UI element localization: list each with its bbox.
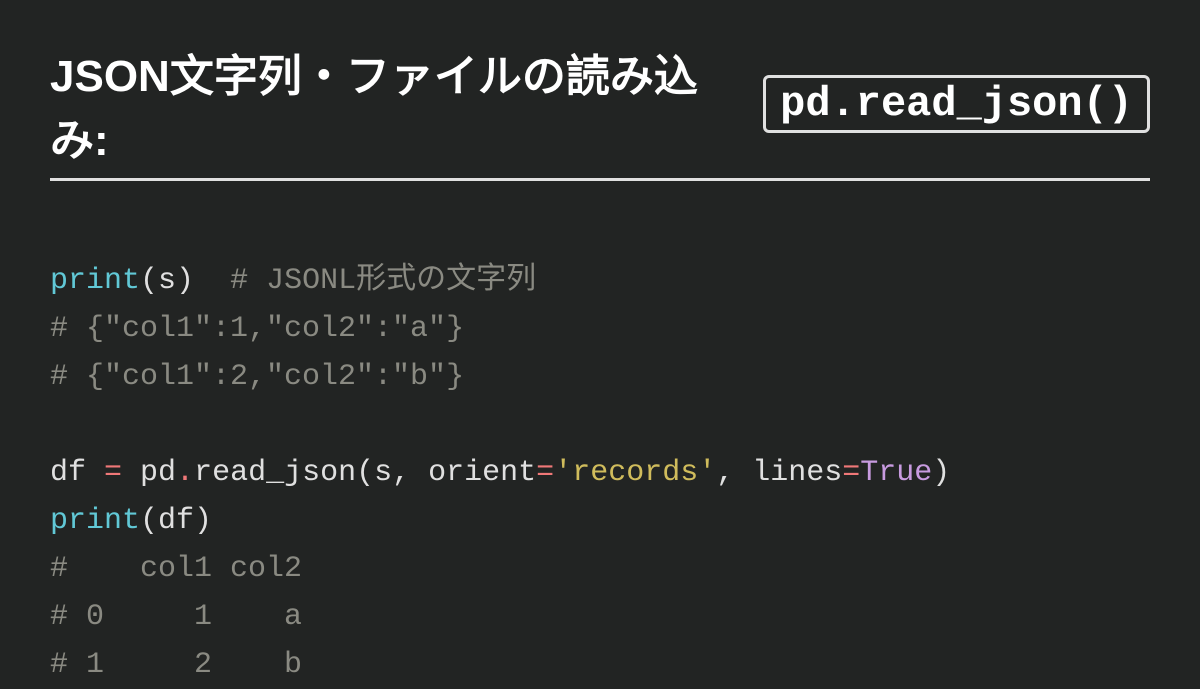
- title-code-badge: pd.read_json(): [763, 75, 1150, 133]
- token-punct: ,: [392, 456, 428, 490]
- token-op: =: [86, 456, 140, 490]
- token-obj: pd: [140, 456, 176, 490]
- token-kw: orient: [428, 456, 536, 490]
- title-section: JSON文字列・ファイルの読み込み: pd.read_json(): [50, 40, 1150, 181]
- token-pad: [194, 264, 230, 298]
- token-punct: ): [932, 456, 950, 490]
- code-line-2: # {"col1":1,"col2":"a"}: [50, 312, 464, 346]
- token-func: print: [50, 504, 140, 538]
- token-punct: (: [356, 456, 374, 490]
- token-func: print: [50, 264, 140, 298]
- token-punct: ): [176, 264, 194, 298]
- token-op: =: [536, 456, 554, 490]
- code-line-7: # col1 col2: [50, 552, 302, 586]
- token-op: =: [842, 456, 860, 490]
- token-var: df: [50, 456, 86, 490]
- token-punct: (: [140, 504, 158, 538]
- token-punct: (: [140, 264, 158, 298]
- token-comment: # JSONL形式の文字列: [230, 264, 536, 298]
- token-var: s: [158, 264, 176, 298]
- token-kw: lines: [752, 456, 842, 490]
- title-text: JSON文字列・ファイルの読み込み:: [50, 40, 751, 168]
- token-str: 'records': [554, 456, 716, 490]
- token-var: s: [374, 456, 392, 490]
- code-line-6: print(df): [50, 504, 212, 538]
- token-punct: ): [194, 504, 212, 538]
- token-var: df: [158, 504, 194, 538]
- token-dot: .: [176, 456, 194, 490]
- code-block: print(s) # JSONL形式の文字列 # {"col1":1,"col2…: [50, 209, 1150, 689]
- token-method: read_json: [194, 456, 356, 490]
- code-line-9: # 1 2 b: [50, 648, 302, 682]
- code-line-8: # 0 1 a: [50, 600, 302, 634]
- code-line-5: df = pd.read_json(s, orient='records', l…: [50, 456, 950, 490]
- token-const: True: [860, 456, 932, 490]
- token-punct: ,: [716, 456, 752, 490]
- code-line-1: print(s) # JSONL形式の文字列: [50, 264, 536, 298]
- code-line-3: # {"col1":2,"col2":"b"}: [50, 360, 464, 394]
